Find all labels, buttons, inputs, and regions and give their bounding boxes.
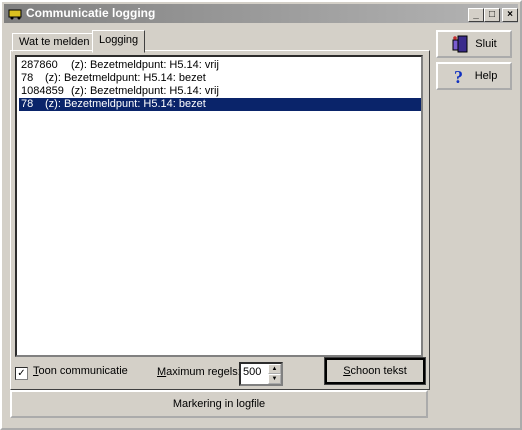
sluit-label: Sluit — [475, 38, 497, 50]
maximize-button[interactable]: □ — [484, 8, 500, 22]
log-row[interactable]: 78 (z): Bezetmeldpunt: H5.14: bezet — [19, 72, 421, 85]
toon-communicatie-checkbox[interactable]: ✓ — [15, 367, 28, 380]
max-label-rest: aximum regels: — [166, 366, 241, 378]
log-row-message: (z): Bezetmeldpunt: H5.14: vrij — [71, 85, 219, 97]
log-row-message: (z): Bezetmeldpunt: H5.14: bezet — [45, 72, 206, 84]
svg-text:?: ? — [454, 67, 463, 85]
schoon-accel: S — [343, 365, 351, 377]
window-title: Communicatie logging — [26, 6, 156, 20]
log-row-message: (z): Bezetmeldpunt: H5.14: vrij — [71, 59, 219, 71]
close-button[interactable]: × — [502, 8, 518, 22]
log-row-number: 1084859 — [21, 85, 64, 97]
maximum-regels-label: Maximum regels: — [157, 366, 241, 378]
schoon-tekst-button[interactable]: Schoon tekst — [324, 357, 426, 385]
schoon-rest: choon tekst — [350, 365, 407, 377]
door-exit-icon — [452, 35, 468, 53]
sluit-button[interactable]: Sluit — [436, 30, 512, 58]
maximum-regels-spinner[interactable]: 500 ▲ ▼ — [239, 362, 283, 386]
maximum-regels-value[interactable]: 500 — [243, 366, 261, 378]
log-row-number: 287860 — [21, 59, 58, 71]
toon-communicatie-label[interactable]: Toon communicatie — [33, 365, 128, 377]
logging-panel: 287860 (z): Bezetmeldpunt: H5.14: vrij 7… — [10, 50, 430, 390]
tab-logging[interactable]: Logging — [92, 30, 146, 53]
log-row-number: 78 — [21, 72, 34, 84]
title-bar[interactable]: Communicatie logging _ □ × — [4, 4, 518, 23]
help-label: Help — [474, 70, 498, 82]
question-mark-icon: ? — [454, 67, 463, 85]
app-icon — [8, 9, 22, 20]
log-row-number: 78 — [21, 98, 34, 110]
toon-label-rest: oon communicatie — [38, 365, 128, 377]
markering-in-logfile-button[interactable]: Markering in logfile — [10, 390, 428, 418]
log-row[interactable]: 1084859 (z): Bezetmeldpunt: H5.14: vrij — [19, 85, 421, 98]
max-label-accel: M — [157, 366, 167, 378]
spinner-arrows: ▲ ▼ — [268, 364, 281, 384]
spin-up-icon[interactable]: ▲ — [268, 364, 281, 374]
minimize-button[interactable]: _ — [468, 8, 484, 22]
window: Communicatie logging _ □ × Wat te melden… — [0, 0, 522, 430]
log-row-selected[interactable]: 78 (z): Bezetmeldpunt: H5.14: bezet — [19, 98, 421, 111]
log-row-message: (z): Bezetmeldpunt: H5.14: bezet — [45, 98, 206, 110]
spin-down-icon[interactable]: ▼ — [268, 374, 281, 384]
log-row[interactable]: 287860 (z): Bezetmeldpunt: H5.14: vrij — [19, 59, 421, 72]
log-listbox[interactable]: 287860 (z): Bezetmeldpunt: H5.14: vrij 7… — [15, 55, 423, 357]
help-button[interactable]: ? Help — [436, 62, 512, 90]
